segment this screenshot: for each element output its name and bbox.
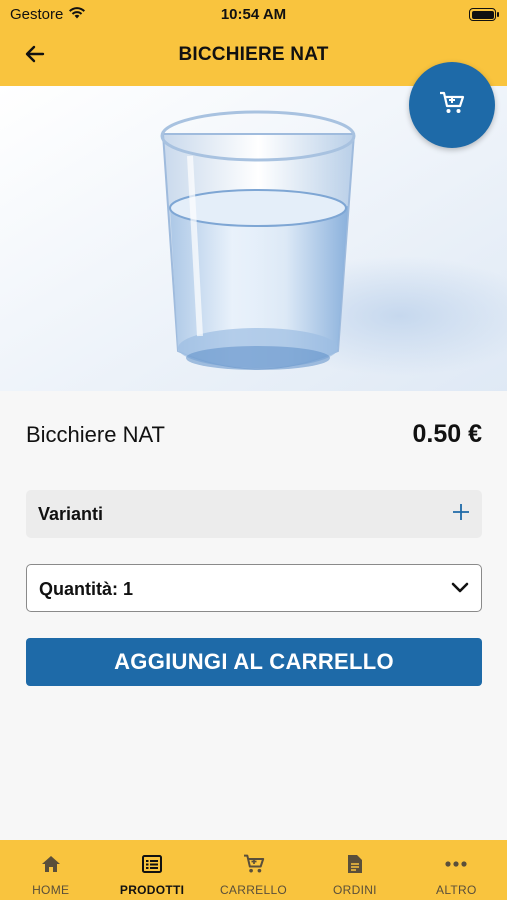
more-icon xyxy=(445,853,467,875)
chevron-down-icon xyxy=(451,580,469,599)
cart-button[interactable] xyxy=(409,62,495,148)
tab-ordini[interactable]: ORDINI xyxy=(304,840,405,900)
tab-label: ORDINI xyxy=(333,883,377,897)
product-info: Bicchiere NAT 0.50 € xyxy=(26,418,482,452)
cart-icon xyxy=(439,91,465,120)
page-title: BICCHIERE NAT xyxy=(178,44,329,65)
tab-carrello[interactable]: CARRELLO xyxy=(203,840,304,900)
tab-home[interactable]: HOME xyxy=(0,840,101,900)
add-to-cart-button[interactable]: AGGIUNGI AL CARRELLO xyxy=(26,638,482,686)
cart-icon xyxy=(243,853,265,875)
quantity-select[interactable]: Quantità: 1 xyxy=(26,564,482,612)
bottom-tab-bar: HOME PRODOTTI CARRELLO ORDINI ALTRO xyxy=(0,840,507,900)
list-icon xyxy=(142,853,163,875)
tab-label: PRODOTTI xyxy=(119,883,185,897)
battery-icon xyxy=(469,8,499,21)
home-icon xyxy=(41,853,61,875)
product-price: 0.50 € xyxy=(412,420,482,448)
tab-label: ALTRO xyxy=(436,883,477,897)
tab-label: CARRELLO xyxy=(219,883,288,897)
plus-icon xyxy=(452,503,470,526)
variants-accordion[interactable]: Varianti xyxy=(26,490,482,538)
tab-label: HOME xyxy=(32,883,70,897)
tab-prodotti[interactable]: PRODOTTI xyxy=(101,840,202,900)
variants-label: Varianti xyxy=(38,504,104,524)
tab-altro[interactable]: ALTRO xyxy=(406,840,507,900)
status-bar: Gestore 10:54 AM xyxy=(0,0,507,30)
quantity-label: Quantità: 1 xyxy=(39,579,134,599)
document-icon xyxy=(347,853,363,875)
product-name: Bicchiere NAT xyxy=(26,422,165,447)
clock: 10:54 AM xyxy=(220,6,287,23)
